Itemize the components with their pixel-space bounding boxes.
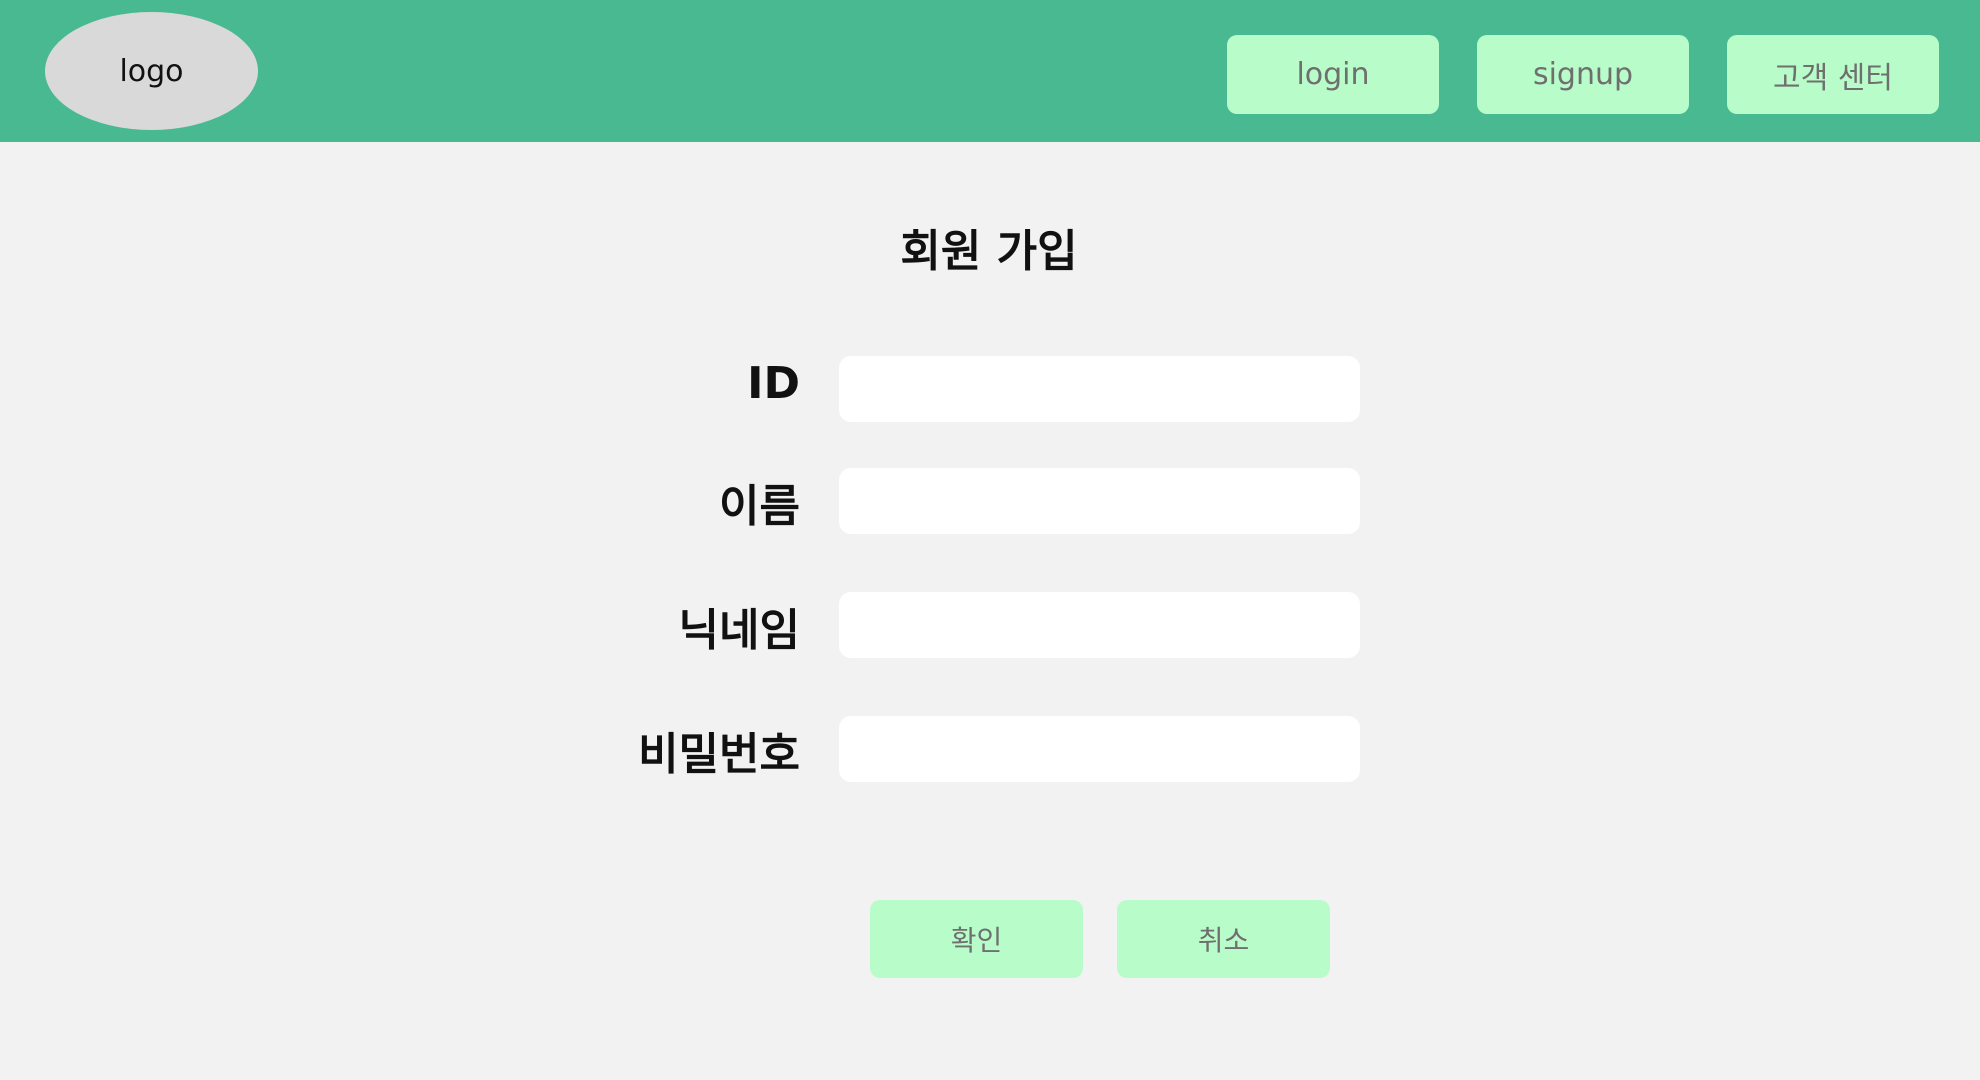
page-title: 회원 가입	[0, 215, 1980, 279]
page-title-text: 회원 가입	[900, 226, 1078, 277]
name-input[interactable]	[839, 468, 1360, 534]
password-input[interactable]	[839, 716, 1360, 782]
logo[interactable]: logo	[45, 12, 258, 130]
top-header: logo login signup 고객 센터	[0, 0, 1980, 142]
nickname-label: 닉네임	[678, 605, 800, 656]
id-label: ID	[747, 358, 800, 409]
name-label: 이름	[719, 481, 800, 532]
cancel-button[interactable]: 취소	[1117, 900, 1330, 978]
login-button[interactable]: login	[1227, 35, 1439, 114]
password-label: 비밀번호	[638, 729, 800, 780]
id-input[interactable]	[839, 356, 1360, 422]
nickname-input[interactable]	[839, 592, 1360, 658]
customer-center-button[interactable]: 고객 센터	[1727, 35, 1939, 114]
confirm-button[interactable]: 확인	[870, 900, 1083, 978]
signup-button[interactable]: signup	[1477, 35, 1689, 114]
